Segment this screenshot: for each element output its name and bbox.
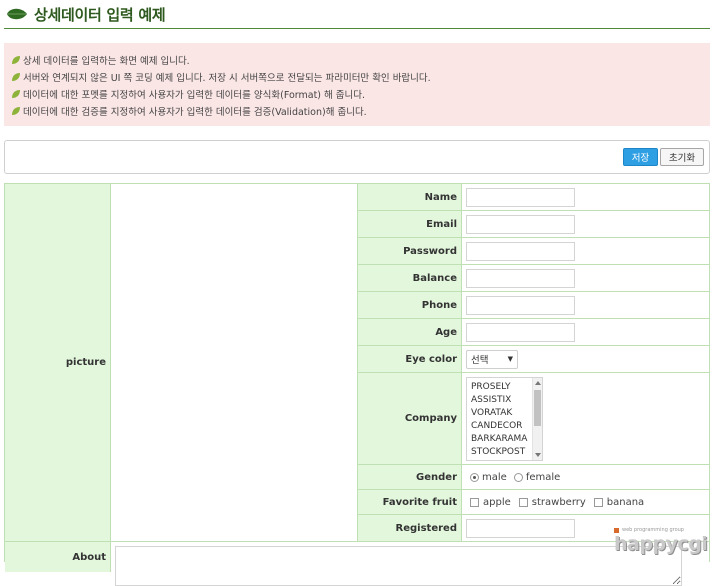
caret-down-icon: ▼ [507,355,513,363]
company-cell: PROSELY ASSISTIX VORATAK CANDECOR BARKAR… [462,373,709,465]
fruit-apple-label[interactable]: apple [483,497,511,508]
notice-line: 데이터에 대한 검증를 지정하여 사용자가 입력한 데이터를 검증(Valida… [11,102,710,119]
name-cell [462,184,709,211]
balance-label: Balance [358,265,462,292]
notice-text: 상세 데이터를 입력하는 화면 예제 입니다. [23,55,190,67]
password-input[interactable] [466,241,575,261]
listbox-scrollbar[interactable] [532,377,542,460]
registered-label: Registered [358,515,462,542]
company-listbox[interactable]: PROSELY ASSISTIX VORATAK CANDECOR BARKAR… [466,376,543,461]
fruit-apple-checkbox[interactable] [470,497,479,507]
name-input[interactable] [466,187,575,207]
about-label: About [5,542,111,572]
email-cell [462,211,709,238]
phone-input[interactable] [466,295,575,315]
gender-label: Gender [358,465,462,490]
save-button[interactable]: 저장 [623,148,658,166]
logo-text: happycgi [614,533,708,555]
gender-male-radio[interactable] [470,472,479,482]
leaf-icon [7,8,27,20]
notice-text: 서버와 연계되지 않은 UI 쪽 코딩 예제 입니다. 저장 시 서버쪽으로 전… [23,72,431,84]
registered-input[interactable] [466,518,575,538]
password-cell [462,238,709,265]
phone-label: Phone [358,292,462,319]
eye-color-label: Eye color [358,346,462,373]
email-input[interactable] [466,214,575,234]
notice-box: 상세 데이터를 입력하는 화면 예제 입니다. 서버와 연계되지 않은 UI 쪽… [4,43,710,126]
scroll-thumb[interactable] [534,389,541,426]
fruit-cell: apple strawberry banana [462,490,709,515]
fruit-banana-label[interactable]: banana [607,497,644,508]
toolbar: 저장 초기화 [4,140,710,174]
phone-cell [462,292,709,319]
name-label: Name [358,184,462,211]
gender-male-label[interactable]: male [482,472,507,483]
gender-radio-group: male female [462,472,560,483]
picture-area[interactable] [111,184,358,542]
picture-label: picture [5,184,111,542]
scroll-up-icon[interactable] [535,380,541,385]
reset-button[interactable]: 초기화 [660,148,704,166]
age-label: Age [358,319,462,346]
email-label: Email [358,211,462,238]
age-cell [462,319,709,346]
notice-line: 상세 데이터를 입력하는 화면 예제 입니다. [11,51,710,68]
age-input[interactable] [466,322,575,342]
leaf-icon [12,89,20,98]
notice-text: 데이터에 대한 포멧를 지정하여 사용자가 입력한 데이터를 양식화(Forma… [23,89,366,101]
scroll-down-icon[interactable] [535,452,541,457]
eye-color-selected: 선택 [471,355,489,366]
notice-line: 서버와 연계되지 않은 UI 쪽 코딩 예제 입니다. 저장 시 서버쪽으로 전… [11,68,710,85]
fruit-strawberry-label[interactable]: strawberry [532,497,586,508]
eye-color-select[interactable]: 선택 ▼ [466,349,518,369]
fruit-strawberry-checkbox[interactable] [518,497,528,507]
notice-text: 데이터에 대한 검증를 지정하여 사용자가 입력한 데이터를 검증(Valida… [23,106,367,118]
leaf-icon [12,55,20,64]
fruit-banana-checkbox[interactable] [593,497,603,507]
leaf-icon [12,106,20,115]
fruit-label: Favorite fruit [358,490,462,515]
page-header: 상세데이터 입력 예제 [4,0,710,29]
happycgi-logo: web programming group happycgi [614,527,712,557]
page-title: 상세데이터 입력 예제 [34,5,166,24]
about-textarea[interactable] [115,546,682,586]
detail-form: picture Name Email Password Balance Phon… [4,183,710,586]
password-label: Password [358,238,462,265]
balance-cell [462,265,709,292]
gender-cell: male female [462,465,709,490]
gender-female-radio[interactable] [513,472,523,482]
notice-line: 데이터에 대한 포멧를 지정하여 사용자가 입력한 데이터를 양식화(Forma… [11,85,710,102]
leaf-icon [12,72,20,81]
gender-female-label[interactable]: female [526,472,560,483]
balance-input[interactable] [466,268,575,288]
company-label: Company [358,373,462,465]
eye-color-cell: 선택 ▼ [462,346,709,373]
fruit-checkbox-group: apple strawberry banana [462,497,644,508]
